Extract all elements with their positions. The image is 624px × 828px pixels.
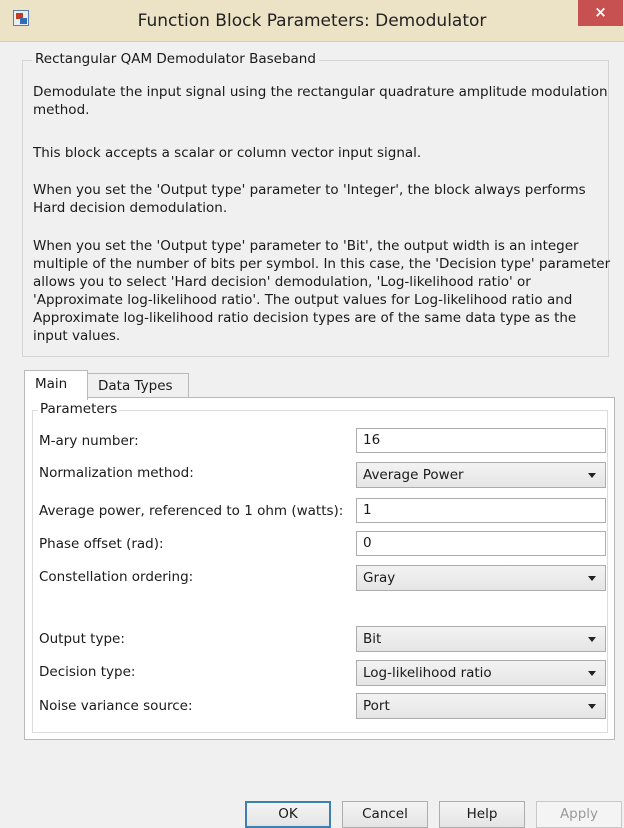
parameters-group-label: Parameters: [38, 401, 120, 417]
output-type-select[interactable]: Bit: [356, 626, 606, 652]
chevron-down-icon: [588, 671, 596, 676]
m-ary-number-field[interactable]: 16: [356, 428, 606, 453]
decision-type-select[interactable]: Log-likelihood ratio: [356, 660, 606, 686]
noise-variance-source-select[interactable]: Port: [356, 693, 606, 719]
chevron-down-icon: [588, 704, 596, 709]
phase-offset-field[interactable]: 0: [356, 531, 606, 556]
normalization-method-value: Average Power: [363, 467, 464, 483]
title-bar: Function Block Parameters: Demodulator ×: [0, 0, 624, 42]
noise-variance-source-label: Noise variance source:: [39, 698, 193, 714]
chevron-down-icon: [588, 473, 596, 478]
tab-main[interactable]: Main: [24, 370, 88, 400]
description-paragraph-2: This block accepts a scalar or column ve…: [33, 145, 422, 161]
normalization-method-select[interactable]: Average Power: [356, 462, 606, 488]
chevron-down-icon: [588, 576, 596, 581]
phase-offset-label: Phase offset (rad):: [39, 536, 164, 552]
close-button[interactable]: ×: [578, 0, 623, 26]
tab-data-types[interactable]: Data Types: [87, 373, 189, 398]
output-type-value: Bit: [363, 631, 382, 647]
constellation-ordering-select[interactable]: Gray: [356, 565, 606, 591]
constellation-ordering-value: Gray: [363, 570, 396, 586]
description-paragraph-4: When you set the 'Output type' parameter…: [33, 238, 611, 344]
m-ary-number-label: M-ary number:: [39, 433, 139, 449]
window-title: Function Block Parameters: Demodulator: [137, 11, 487, 31]
description-group-label: Rectangular QAM Demodulator Baseband: [32, 51, 319, 67]
chevron-down-icon: [588, 637, 596, 642]
output-type-label: Output type:: [39, 631, 125, 647]
average-power-label: Average power, referenced to 1 ohm (watt…: [39, 503, 344, 519]
constellation-ordering-label: Constellation ordering:: [39, 569, 194, 585]
ok-button[interactable]: OK: [245, 801, 331, 828]
apply-button[interactable]: Apply: [536, 801, 622, 828]
average-power-field[interactable]: 1: [356, 498, 606, 523]
decision-type-value: Log-likelihood ratio: [363, 665, 492, 681]
description-paragraph-1: Demodulate the input signal using the re…: [33, 84, 608, 118]
help-button[interactable]: Help: [439, 801, 525, 828]
description-paragraph-3: When you set the 'Output type' parameter…: [33, 182, 586, 216]
cancel-button[interactable]: Cancel: [342, 801, 428, 828]
decision-type-label: Decision type:: [39, 664, 136, 680]
noise-variance-source-value: Port: [363, 698, 390, 714]
normalization-method-label: Normalization method:: [39, 465, 194, 481]
